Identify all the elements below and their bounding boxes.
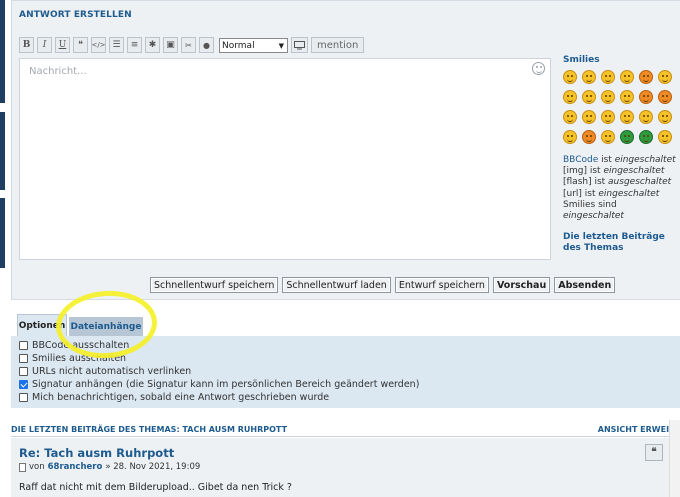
- bullet-list-button[interactable]: ☰: [109, 37, 124, 53]
- post-title[interactable]: Re: Tach ausm Ruhrpott: [19, 446, 174, 460]
- submit-button[interactable]: Absenden: [554, 277, 616, 293]
- recent-posts-title: DIE LETZTEN BEITRÄGE DES THEMAS: TACH AU…: [11, 425, 288, 434]
- option-notify[interactable]: Mich benachrichtigen, sobald eine Antwor…: [19, 392, 329, 403]
- image-button[interactable]: ▣: [163, 37, 178, 53]
- smiley-icon[interactable]: [582, 110, 596, 124]
- checkbox-checked[interactable]: [19, 380, 28, 389]
- italic-button[interactable]: I: [37, 37, 52, 53]
- smiley-icon[interactable]: [658, 110, 672, 124]
- left-strip-top: [0, 0, 5, 103]
- left-strip-bottom: [0, 198, 5, 268]
- smiley-icon[interactable]: [620, 130, 634, 144]
- smiley-icon[interactable]: [639, 90, 653, 104]
- checkbox[interactable]: [19, 367, 28, 376]
- bbcode-link[interactable]: BBCode: [563, 155, 598, 165]
- smiley-icon[interactable]: [620, 110, 634, 124]
- bold-button[interactable]: B: [19, 37, 34, 53]
- post-icon: [19, 462, 26, 472]
- underline-button[interactable]: U: [55, 37, 70, 53]
- checkbox[interactable]: [19, 354, 28, 363]
- left-strip-middle: [0, 112, 5, 190]
- quick-load-button[interactable]: Schnellentwurf laden: [282, 277, 391, 293]
- bbcode-status-line: BBCode ist eingeschaltet: [563, 155, 676, 165]
- smiley-icon[interactable]: [563, 110, 577, 124]
- flash-status-line: [flash] ist ausgeschaltet: [563, 177, 672, 188]
- smiley-icon[interactable]: [563, 130, 577, 144]
- smilies-grid: [563, 70, 678, 144]
- smiley-icon[interactable]: [563, 90, 577, 104]
- smiley-icon[interactable]: [658, 90, 672, 104]
- smiley-icon[interactable]: [639, 130, 653, 144]
- numbered-list-button[interactable]: ≡: [127, 37, 142, 53]
- smilies-title: Smilies: [563, 55, 600, 65]
- font-size-select[interactable]: Normal ▼: [219, 38, 288, 53]
- recent-post: Re: Tach ausm Ruhrpott von 68ranchero » …: [11, 438, 675, 497]
- smiley-icon[interactable]: [601, 110, 615, 124]
- bbcode-info: BBCode ist eingeschaltet [img] ist einge…: [563, 155, 678, 222]
- code-button[interactable]: </>: [91, 37, 106, 53]
- view-extended-link[interactable]: ANSICHT ERWEITE: [598, 425, 680, 434]
- chevron-down-icon: ▼: [278, 41, 284, 50]
- smiley-icon[interactable]: [639, 110, 653, 124]
- color-button[interactable]: ●: [199, 37, 214, 53]
- mention-button[interactable]: mention: [311, 37, 365, 53]
- preview-button[interactable]: Vorschau: [492, 277, 551, 293]
- smiley-icon[interactable]: [658, 130, 672, 144]
- smiley-icon[interactable]: [620, 70, 634, 84]
- link-button[interactable]: ✂: [181, 37, 196, 53]
- editor-sidebar: Smilies BBCode ist eingeschaltet [img] i…: [563, 55, 678, 254]
- message-textarea[interactable]: Nachricht...: [19, 58, 551, 260]
- message-placeholder: Nachricht...: [29, 66, 87, 77]
- smilies-status-line: Smilies sind eingeschaltet: [563, 199, 624, 222]
- img-status-line: [img] ist eingeschaltet: [563, 166, 665, 177]
- scrollbar[interactable]: [669, 420, 680, 497]
- recent-posts-header: DIE LETZTEN BEITRÄGE DES THEMAS: TACH AU…: [11, 424, 680, 437]
- smiley-icon[interactable]: [601, 130, 615, 144]
- smiley-icon[interactable]: [582, 130, 596, 144]
- url-status-line: [url] ist eingeschaltet: [563, 188, 660, 199]
- reply-panel-title: ANTWORT ERSTELLEN: [19, 10, 132, 20]
- post-meta: von 68ranchero » 28. Nov 2021, 19:09: [19, 462, 200, 472]
- smiley-icon[interactable]: [639, 70, 653, 84]
- post-body: Raff dat nicht mit dem Bilderupload.. Gi…: [19, 482, 292, 493]
- smiley-icon[interactable]: [658, 70, 672, 84]
- quick-save-button[interactable]: Schnellentwurf speichern: [150, 277, 279, 293]
- monitor-button[interactable]: [291, 37, 308, 53]
- monitor-icon: [294, 40, 305, 49]
- option-no-autolink[interactable]: URLs nicht automatisch verlinken: [19, 366, 191, 377]
- quote-post-button[interactable]: ❝: [645, 444, 663, 461]
- smiley-icon[interactable]: [563, 70, 577, 84]
- checkbox[interactable]: [19, 393, 28, 402]
- smiley-icon[interactable]: [532, 62, 545, 75]
- font-size-value: Normal: [222, 40, 255, 51]
- quote-button[interactable]: ❝: [73, 37, 88, 53]
- recent-posts-link[interactable]: Die letzten Beiträge des Themas: [563, 232, 678, 254]
- smiley-icon[interactable]: [601, 70, 615, 84]
- post-author[interactable]: 68ranchero: [48, 462, 103, 472]
- star-button[interactable]: ✱: [145, 37, 160, 53]
- post-date: » 28. Nov 2021, 19:09: [105, 462, 201, 472]
- editor-toolbar: B I U ❝ </> ☰ ≡ ✱ ▣ ✂ ● Normal ▼ mention: [19, 37, 365, 54]
- smiley-icon[interactable]: [582, 70, 596, 84]
- draft-save-button[interactable]: Entwurf speichern: [394, 277, 489, 293]
- smiley-icon[interactable]: [601, 90, 615, 104]
- checkbox[interactable]: [19, 341, 28, 350]
- submit-buttons: Schnellentwurf speichern Schnellentwurf …: [150, 277, 616, 293]
- smiley-icon[interactable]: [582, 90, 596, 104]
- smiley-icon[interactable]: [620, 90, 634, 104]
- option-attach-signature[interactable]: Signatur anhängen (die Signatur kann im …: [19, 379, 419, 390]
